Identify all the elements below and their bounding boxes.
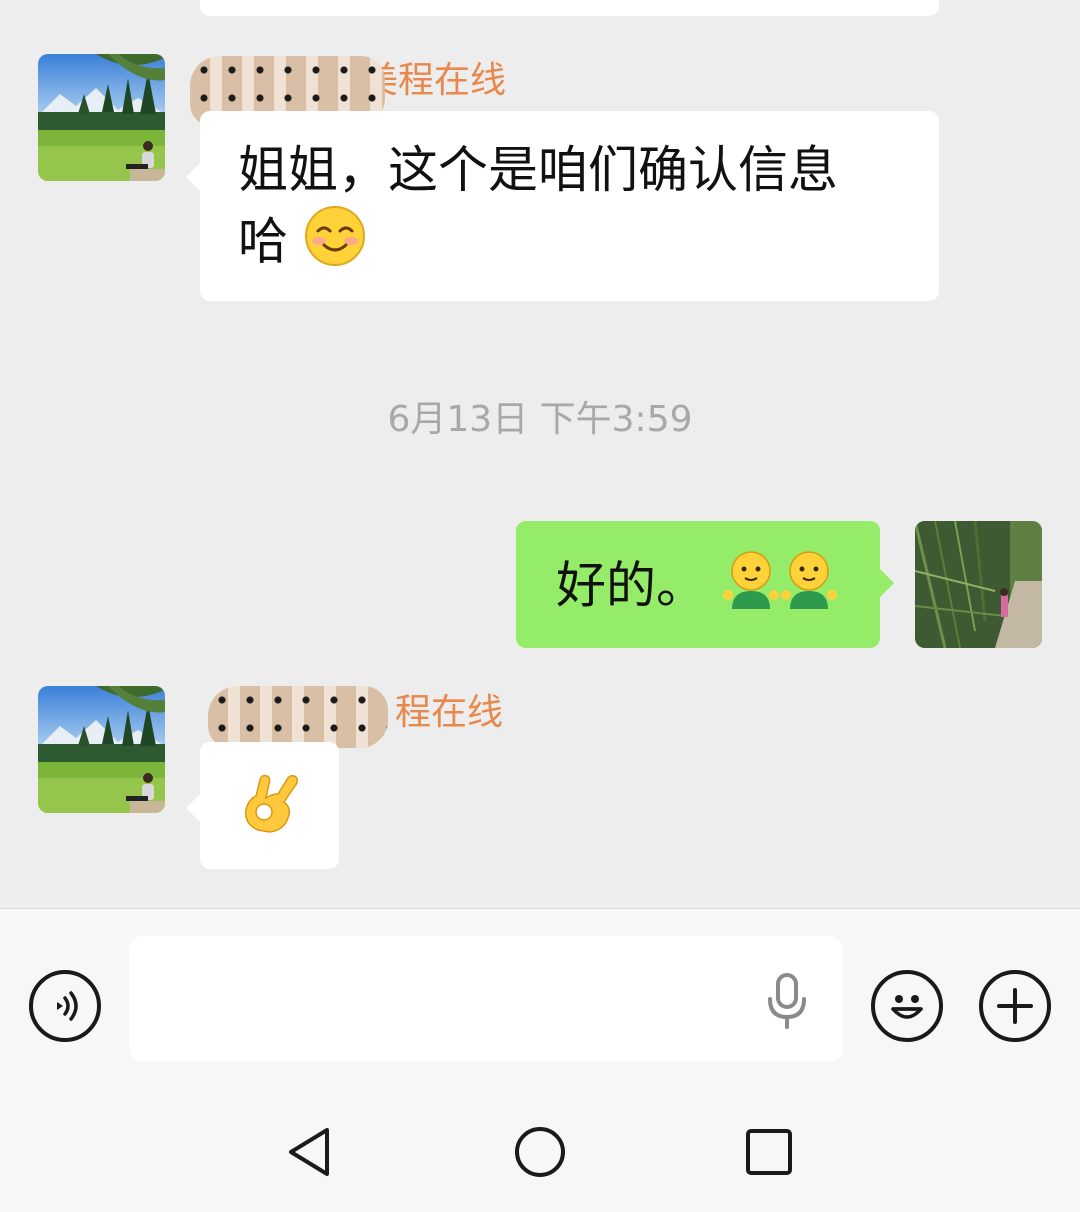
plus-icon	[997, 988, 1033, 1024]
my-avatar[interactable]	[915, 521, 1042, 648]
avatar-image	[38, 54, 165, 181]
timestamp: 6月13日 下午3:59	[387, 399, 693, 440]
message-bubble-outgoing[interactable]: 好的。	[516, 521, 894, 648]
back-triangle-icon	[289, 1128, 329, 1176]
message-text: 姐姐，这个是咱们确认信息	[238, 141, 838, 199]
system-navigation-bar	[0, 1080, 1080, 1212]
input-bar	[0, 908, 1080, 1080]
hug-face-icon	[722, 549, 780, 629]
voice-input-icon	[57, 991, 78, 1021]
microphone-button[interactable]	[760, 971, 814, 1031]
add-button[interactable]	[979, 970, 1051, 1042]
voice-toggle-button[interactable]	[29, 970, 101, 1042]
microphone-icon	[768, 973, 806, 1029]
sender-avatar[interactable]	[38, 686, 165, 813]
chat-area[interactable]: 美程在线 姐姐，这个是咱们确认信息 哈 6月13日 下午3:59 好的。 程在线	[0, 0, 1080, 908]
nav-recents-button[interactable]	[739, 1122, 799, 1182]
message-input[interactable]	[129, 936, 843, 1062]
avatar-image	[38, 686, 165, 813]
emoji-icon	[891, 995, 923, 1019]
nav-back-button[interactable]	[281, 1122, 341, 1182]
ok-hand-icon	[238, 772, 300, 852]
message-text-line2: 哈	[238, 212, 288, 271]
avatar-image	[915, 521, 1042, 648]
nav-home-button[interactable]	[510, 1122, 570, 1182]
smiling-face-icon	[304, 205, 366, 285]
home-circle-icon	[515, 1127, 565, 1177]
message-bubble-incoming[interactable]: 姐姐，这个是咱们确认信息 哈	[186, 111, 939, 301]
sender-avatar[interactable]	[38, 54, 165, 181]
recents-square-icon	[746, 1129, 792, 1175]
previous-message-bubble[interactable]	[200, 0, 939, 16]
hug-face-icon	[780, 549, 838, 629]
message-bubble-incoming[interactable]	[186, 742, 339, 869]
emoji-button[interactable]	[871, 970, 943, 1042]
message-text: 好的。	[556, 556, 706, 615]
redacted-name-mask	[208, 686, 388, 748]
